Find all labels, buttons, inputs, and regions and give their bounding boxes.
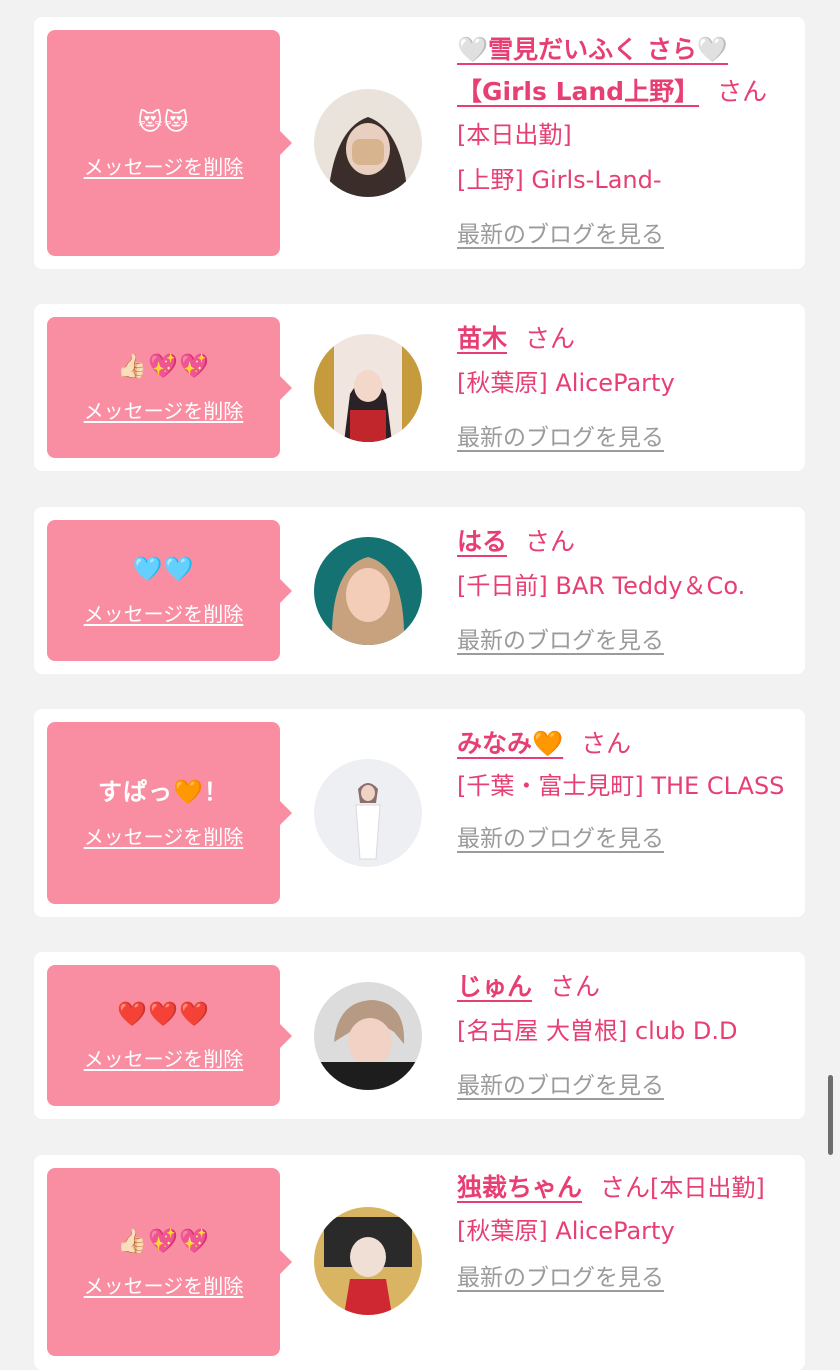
- message-card: 👍🏻💖💖 メッセージを削除 苗木 さん [秋葉原] AliceParty 最新のブ…: [34, 304, 805, 471]
- honorific: さん: [550, 972, 601, 1001]
- shop-detail: [秋葉原] AliceParty: [457, 1217, 675, 1245]
- message-card: ❤️❤️❤️ メッセージを削除 じゅん さん [名古屋 大曽根] club D.D…: [34, 952, 805, 1119]
- sender-info: みなみ🧡 さん [千葉・富士見町] THE CLASS 最新のブログを見る: [457, 721, 787, 862]
- sender-name-link[interactable]: はる: [457, 527, 507, 556]
- avatar[interactable]: [314, 1207, 422, 1315]
- view-blog-link[interactable]: 最新のブログを見る: [457, 213, 664, 258]
- message-card: 😻😻 メッセージを削除 🤍雪見だいふく さら🤍【Girls Land上野】 さん …: [34, 17, 805, 269]
- delete-message-link[interactable]: メッセージを削除: [84, 1043, 244, 1072]
- message-card: 🩵🩵 メッセージを削除 はる さん [千日前] BAR Teddy＆Co. 最新の…: [34, 507, 805, 674]
- message-bubble: 🩵🩵 メッセージを削除: [47, 520, 292, 661]
- message-text: 👍🏻💖💖: [117, 352, 210, 380]
- delete-message-link[interactable]: メッセージを削除: [84, 151, 244, 180]
- sender-info: 独裁ちゃん さん[本日出勤] [秋葉原] AliceParty 最新のブログを見る: [457, 1167, 787, 1301]
- sender-name-link[interactable]: 苗木: [457, 324, 507, 353]
- view-blog-link[interactable]: 最新のブログを見る: [457, 416, 664, 461]
- honorific: さん: [525, 324, 576, 353]
- message-text: 🩵🩵: [132, 555, 195, 583]
- honorific: さん: [581, 729, 632, 758]
- delete-message-link[interactable]: メッセージを削除: [84, 395, 244, 424]
- shop-detail: [千日前] BAR Teddy＆Co.: [457, 572, 746, 600]
- message-card: 👍🏻💖💖 メッセージを削除 独裁ちゃん さん[本日出勤] [秋葉原] AliceP…: [34, 1155, 805, 1370]
- shop-detail: [本日出勤]: [457, 121, 572, 149]
- shop-detail: [名古屋 大曽根] club D.D: [457, 1017, 738, 1045]
- sender-info: はる さん [千日前] BAR Teddy＆Co. 最新のブログを見る: [457, 519, 787, 664]
- delete-message-link[interactable]: メッセージを削除: [84, 1270, 244, 1299]
- avatar[interactable]: [314, 89, 422, 197]
- message-text: ❤️❤️❤️: [117, 1000, 210, 1028]
- avatar[interactable]: [314, 334, 422, 442]
- message-bubble: すぱっ🧡！ メッセージを削除: [47, 722, 292, 904]
- message-bubble: 👍🏻💖💖 メッセージを削除: [47, 1168, 292, 1356]
- sender-name-link[interactable]: みなみ🧡: [457, 729, 563, 758]
- shop-detail: [本日出勤]: [650, 1174, 765, 1202]
- delete-message-link[interactable]: メッセージを削除: [84, 821, 244, 850]
- shop-detail: [秋葉原] AliceParty: [457, 369, 675, 397]
- message-text: 😻😻: [137, 107, 190, 136]
- message-bubble: 😻😻 メッセージを削除: [47, 30, 292, 256]
- honorific: さん: [525, 527, 576, 556]
- message-card: すぱっ🧡！ メッセージを削除 みなみ🧡 さん [千葉・富士見町] THE CLAS…: [34, 709, 805, 917]
- message-text: 👍🏻💖💖: [117, 1226, 210, 1255]
- honorific: さん: [600, 1173, 651, 1202]
- sender-name-link[interactable]: 独裁ちゃん: [457, 1173, 582, 1202]
- shop-detail: [上野] Girls-Land-: [457, 166, 662, 194]
- avatar[interactable]: [314, 759, 422, 867]
- message-text: すぱっ🧡！: [98, 777, 229, 806]
- view-blog-link[interactable]: 最新のブログを見る: [457, 817, 664, 862]
- sender-info: じゅん さん [名古屋 大曽根] club D.D 最新のブログを見る: [457, 964, 787, 1109]
- scrollbar[interactable]: [828, 1075, 833, 1155]
- message-bubble: ❤️❤️❤️ メッセージを削除: [47, 965, 292, 1106]
- view-blog-link[interactable]: 最新のブログを見る: [457, 1256, 664, 1301]
- avatar[interactable]: [314, 537, 422, 645]
- avatar[interactable]: [314, 982, 422, 1090]
- delete-message-link[interactable]: メッセージを削除: [84, 598, 244, 627]
- sender-info: 苗木 さん [秋葉原] AliceParty 最新のブログを見る: [457, 316, 787, 461]
- sender-name-link[interactable]: じゅん: [457, 972, 532, 1001]
- sender-info: 🤍雪見だいふく さら🤍【Girls Land上野】 さん [本日出勤] [上野] …: [457, 29, 787, 258]
- honorific: さん: [717, 77, 768, 106]
- view-blog-link[interactable]: 最新のブログを見る: [457, 619, 664, 664]
- message-bubble: 👍🏻💖💖 メッセージを削除: [47, 317, 292, 458]
- view-blog-link[interactable]: 最新のブログを見る: [457, 1064, 664, 1109]
- sender-name-link[interactable]: 🤍雪見だいふく さら🤍【Girls Land上野】: [457, 35, 728, 106]
- shop-detail: [千葉・富士見町] THE CLASS: [457, 772, 785, 800]
